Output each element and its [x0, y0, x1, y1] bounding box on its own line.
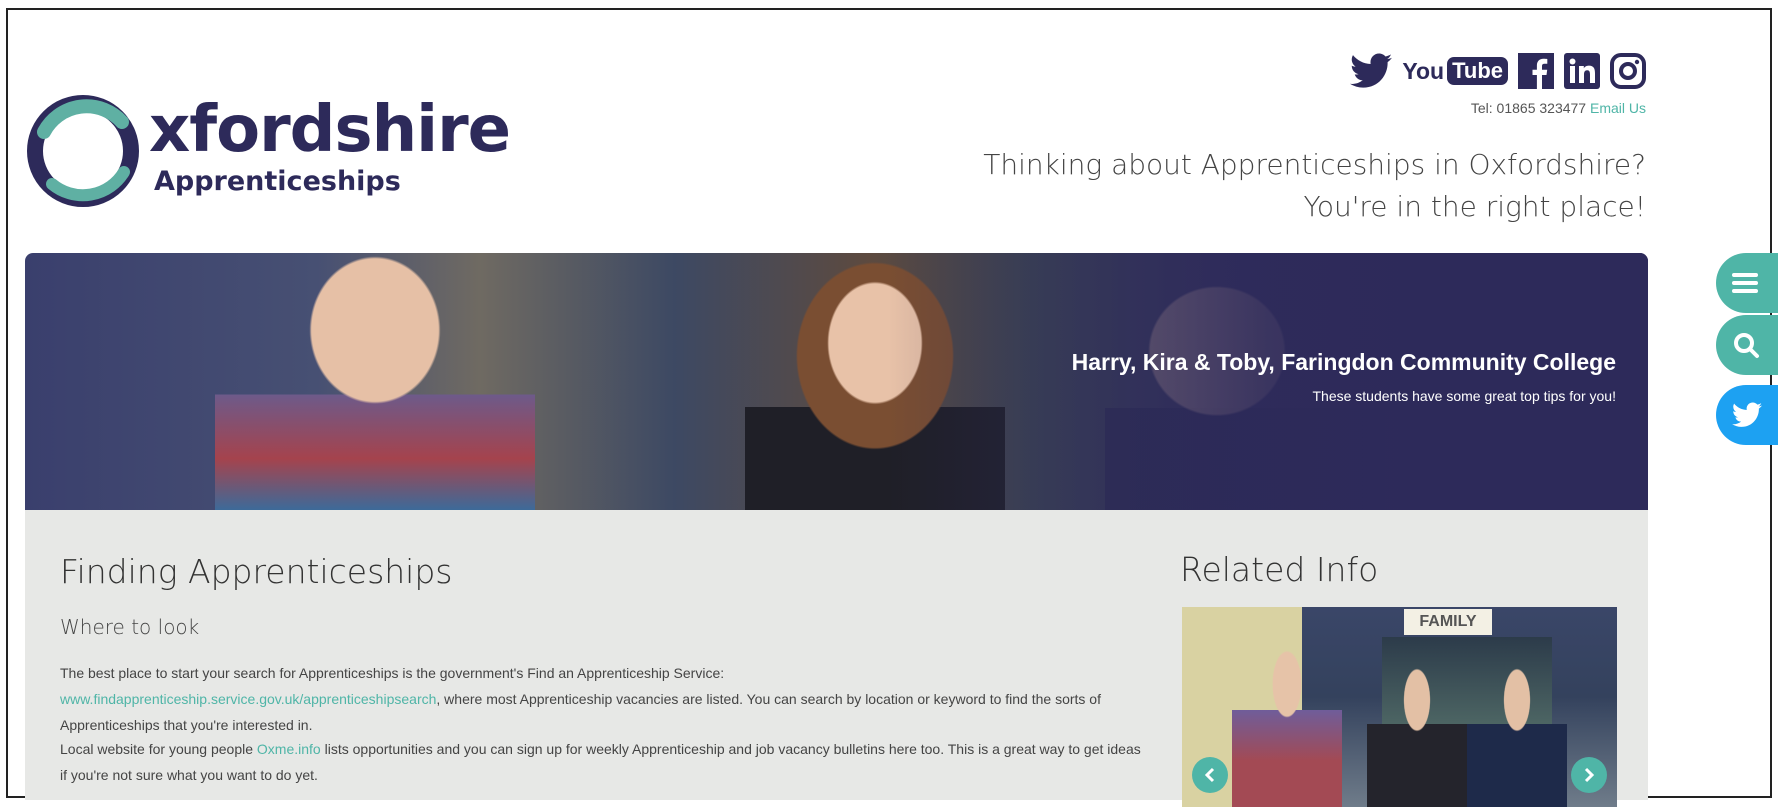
hero-person-1: [215, 253, 535, 510]
carousel-next-button[interactable]: [1571, 757, 1607, 793]
content-panel: Finding Apprenticeships Where to look Th…: [25, 510, 1648, 807]
email-us-link[interactable]: Email Us: [1590, 100, 1646, 116]
section-subtitle: Where to look: [60, 615, 200, 639]
hero-caption: Harry, Kira & Toby, Faringdon Community …: [1072, 349, 1616, 404]
telephone-number: Tel: 01865 323477: [1470, 100, 1587, 116]
facebook-icon[interactable]: [1518, 53, 1554, 89]
chevron-right-icon: [1584, 767, 1595, 783]
social-links: You Tube: [1350, 50, 1646, 92]
twitter-icon[interactable]: [1350, 53, 1393, 89]
logo-word-oxfordshire: xfordshire: [149, 93, 511, 167]
tagline-line-2: You're in the right place!: [1303, 190, 1646, 223]
carousel-prev-button[interactable]: [1192, 757, 1228, 793]
family-sign: FAMILY: [1404, 609, 1492, 635]
related-info-title: Related Info: [1180, 550, 1379, 589]
hero-banner: Harry, Kira & Toby, Faringdon Community …: [25, 253, 1648, 510]
image-person-3: [1467, 667, 1567, 807]
image-person-2: [1367, 667, 1467, 807]
youtube-you-text: You: [1402, 57, 1445, 84]
twitter-icon: [1732, 402, 1762, 427]
chevron-left-icon: [1204, 767, 1215, 783]
site-logo[interactable]: xfordshire Apprenticeships: [24, 92, 511, 222]
search-icon: [1734, 333, 1759, 358]
page-title: Finding Apprenticeships: [60, 552, 453, 591]
linkedin-icon[interactable]: [1564, 53, 1600, 89]
find-apprenticeship-link[interactable]: www.findapprenticeship.service.gov.uk/ap…: [60, 691, 436, 707]
side-menu-button[interactable]: [1716, 253, 1778, 313]
paragraph-text: The best place to start your search for …: [60, 665, 725, 681]
oxme-link[interactable]: Oxme.info: [257, 741, 321, 757]
paragraph-text: Local website for young people: [60, 741, 257, 757]
side-twitter-button[interactable]: [1716, 385, 1778, 445]
related-carousel-image[interactable]: FAMILY: [1182, 607, 1617, 807]
hero-subtitle: These students have some great top tips …: [1312, 388, 1616, 404]
side-search-button[interactable]: [1716, 315, 1778, 375]
tagline-line-1: Thinking about Apprenticeships in Oxford…: [983, 148, 1646, 181]
hero-title: Harry, Kira & Toby, Faringdon Community …: [1071, 349, 1616, 375]
instagram-icon[interactable]: [1610, 53, 1646, 89]
contact-info: Tel: 01865 323477 Email Us: [1471, 100, 1646, 116]
youtube-tube-text: Tube: [1447, 57, 1508, 85]
logo-word-apprenticeships: Apprenticeships: [154, 166, 401, 197]
logo-swirl-icon: [27, 95, 139, 207]
image-person-1: [1232, 649, 1342, 807]
paragraph-oxme: Local website for young people Oxme.info…: [60, 736, 1145, 788]
tagline: Thinking about Apprenticeships in Oxford…: [983, 144, 1646, 228]
paragraph-find-service: The best place to start your search for …: [60, 660, 1145, 738]
youtube-icon[interactable]: You Tube: [1402, 57, 1508, 85]
hamburger-menu-icon: [1732, 273, 1758, 293]
